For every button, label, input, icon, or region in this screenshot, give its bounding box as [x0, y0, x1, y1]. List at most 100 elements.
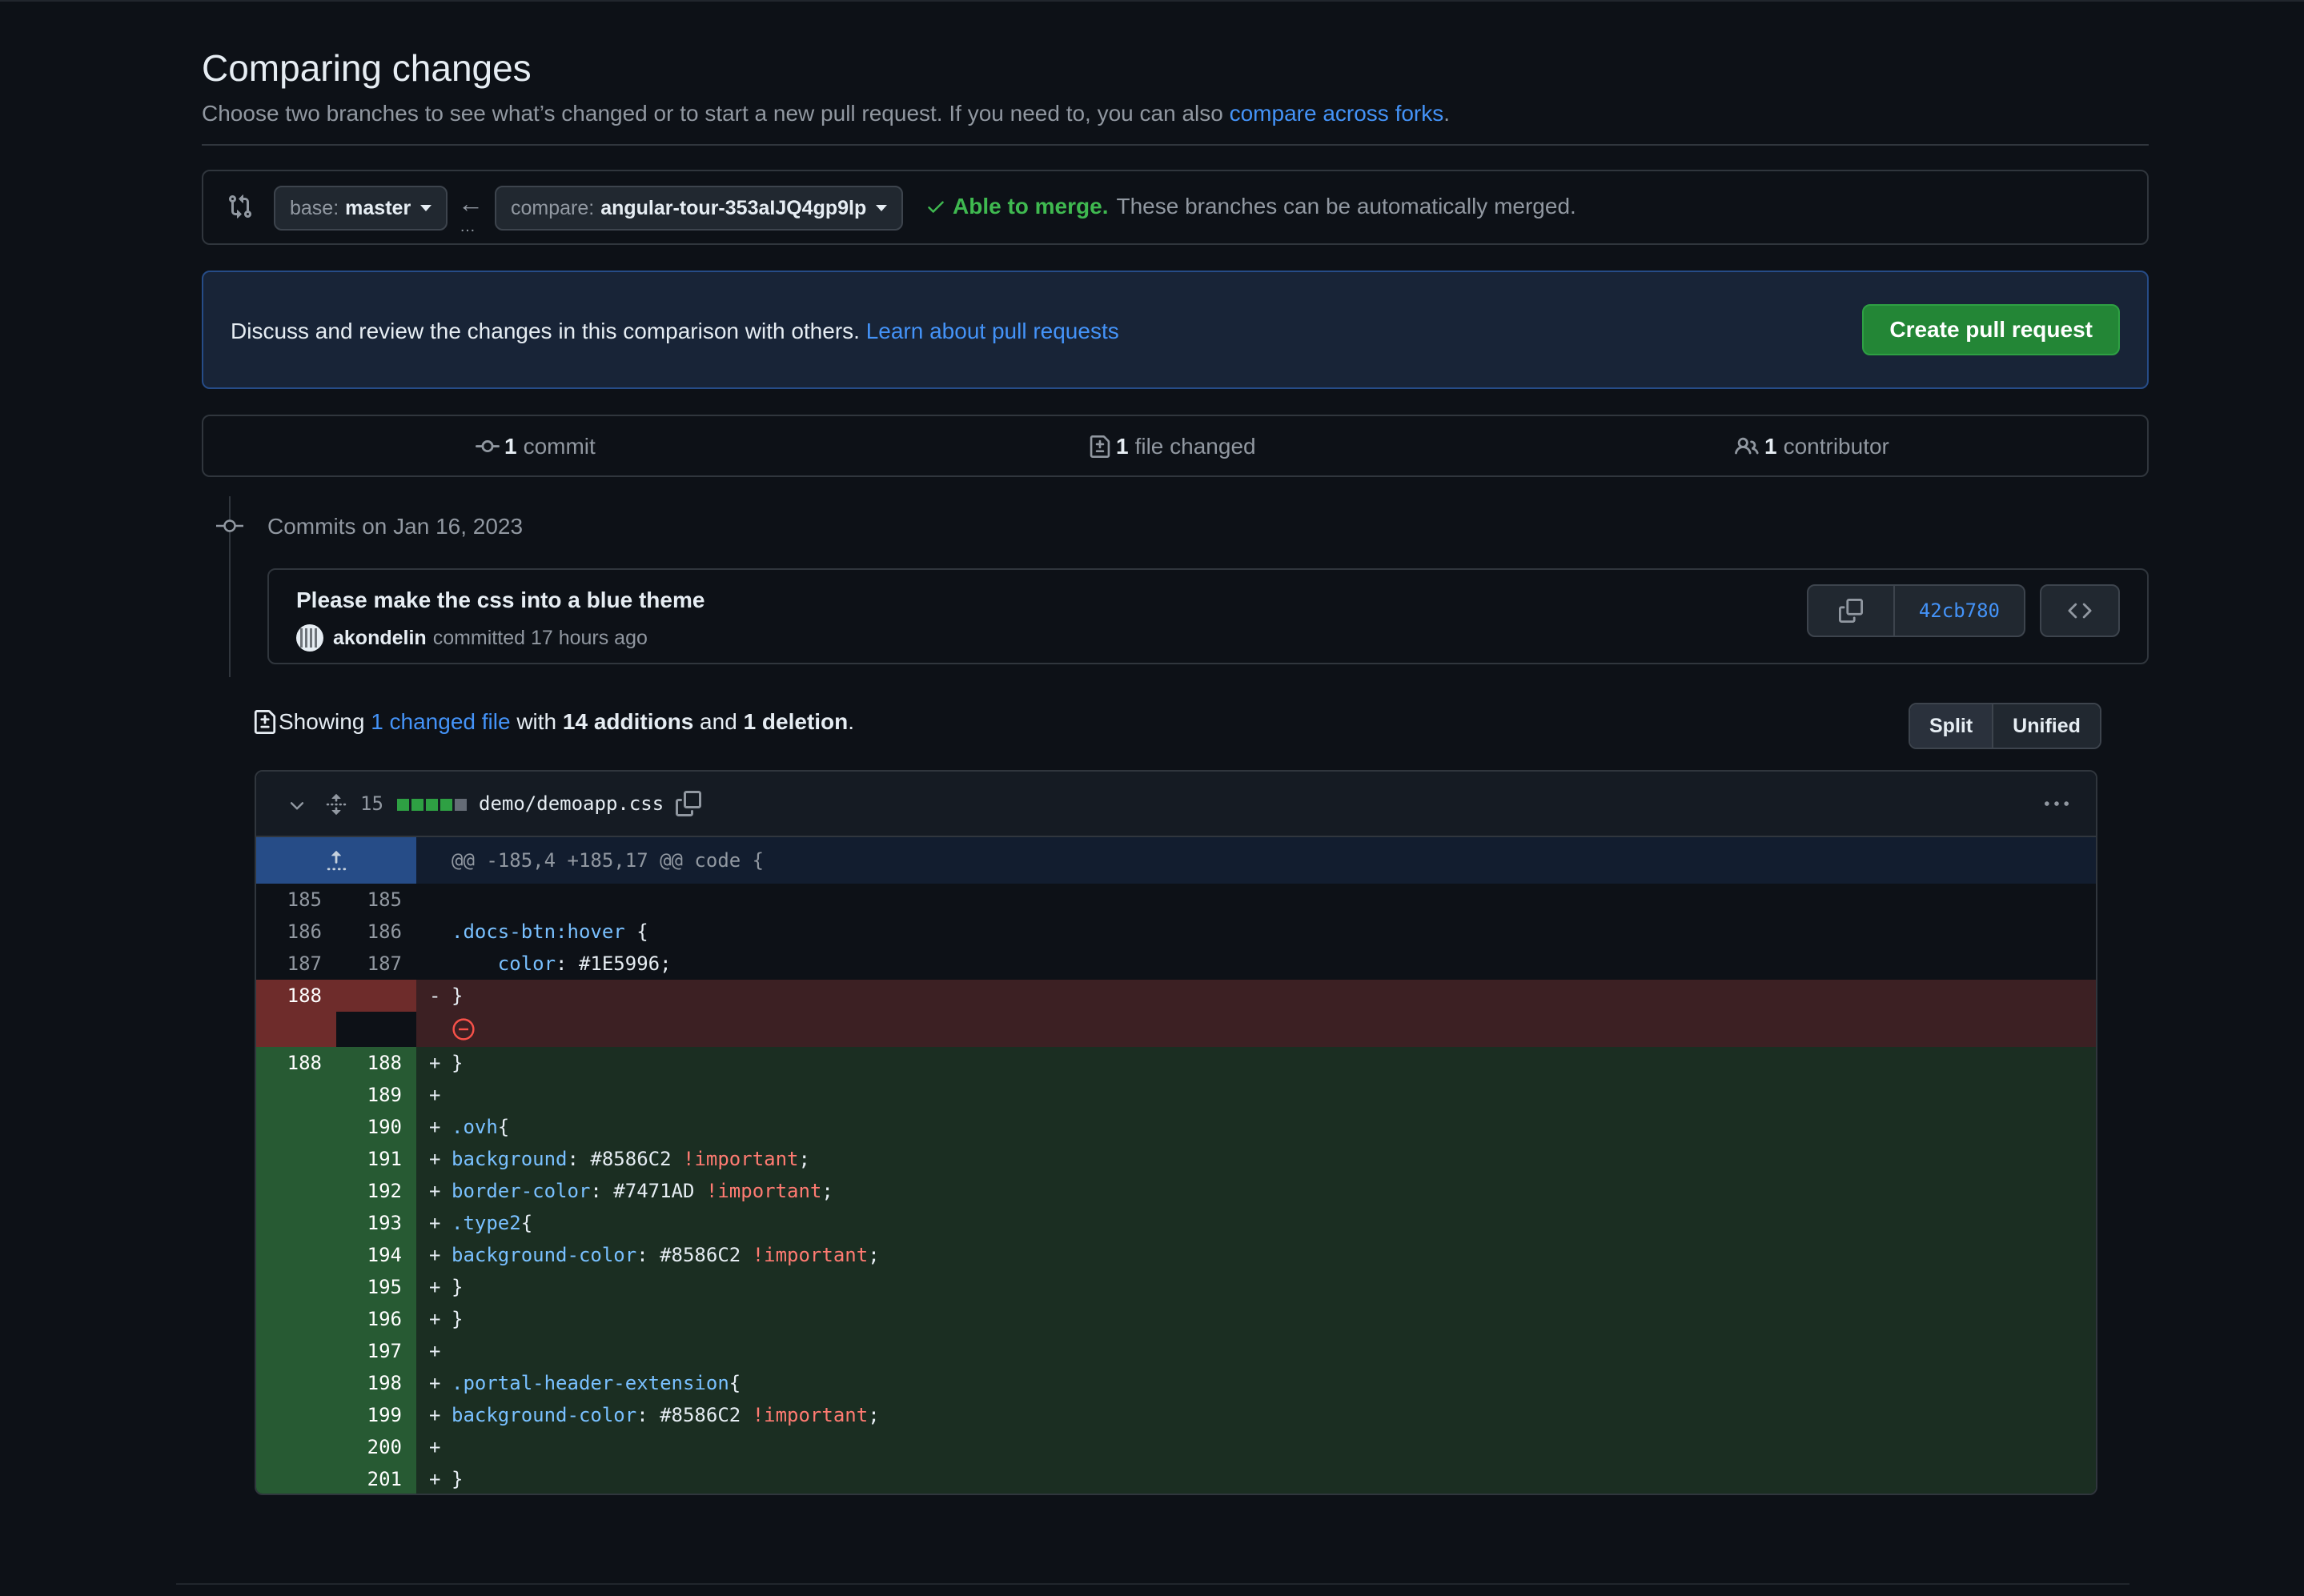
code-icon: [2068, 603, 2092, 619]
changed-files-link[interactable]: 1 changed file: [371, 709, 510, 735]
commits-date-heading: Commits on Jan 16, 2023: [267, 514, 524, 539]
old-line-number[interactable]: [256, 1271, 336, 1303]
new-line-number[interactable]: 185: [336, 884, 416, 916]
avatar[interactable]: [296, 624, 323, 652]
diff-sign: +: [429, 1116, 441, 1138]
arrow-left-icon: ←: [458, 189, 484, 218]
diff-sign: +: [429, 1084, 441, 1106]
new-line-number[interactable]: 201: [336, 1463, 416, 1494]
old-line-number[interactable]: [256, 1143, 336, 1175]
browse-code-button[interactable]: [2040, 584, 2120, 637]
diff-addition-row: 189 +: [256, 1079, 2096, 1111]
diff-addition-row: 194 + background-color: #8586C2 !important…: [256, 1239, 2096, 1271]
file-diff: 15 demo/demoapp.css @@ -185,4 +185,17 @@…: [255, 770, 2097, 1495]
old-line-number[interactable]: [256, 1303, 336, 1335]
old-line-number[interactable]: 188: [256, 980, 336, 1012]
diff-code-line: +: [416, 1079, 2096, 1111]
diff-addition-row: 195 +}: [256, 1271, 2096, 1303]
diff-code-text: border-color: #7471AD !important;: [452, 1180, 833, 1202]
merge-ok-label: Able to merge.: [953, 194, 1109, 219]
new-line-number[interactable]: 196: [336, 1303, 416, 1335]
old-line-number[interactable]: [256, 1079, 336, 1111]
diff-code-line: + background-color: #8586C2 !important;: [416, 1239, 2096, 1271]
commit-item: Please make the css into a blue theme ak…: [267, 568, 2149, 664]
old-line-number[interactable]: [256, 1463, 336, 1494]
old-line-number[interactable]: [256, 1239, 336, 1271]
old-line-number[interactable]: [256, 1207, 336, 1239]
new-line-number[interactable]: 199: [336, 1399, 416, 1431]
new-line-number[interactable]: 188: [336, 1047, 416, 1079]
new-line-number[interactable]: 200: [336, 1431, 416, 1463]
commit-title-link[interactable]: Please make the css into a blue theme: [296, 587, 704, 613]
compare-branch-button[interactable]: compare: angular-tour-353aIJQ4gp9lp: [495, 186, 904, 231]
commit-author-link[interactable]: akondelin: [333, 627, 427, 650]
new-line-number[interactable]: 197: [336, 1335, 416, 1367]
deletion-marker-row: [256, 1012, 2096, 1047]
new-line-number[interactable]: 198: [336, 1367, 416, 1399]
old-line-number[interactable]: 185: [256, 884, 336, 916]
new-line-number[interactable]: 194: [336, 1239, 416, 1271]
gutter: [256, 1012, 336, 1047]
old-line-number[interactable]: [256, 1399, 336, 1431]
expand-up-icon[interactable]: [256, 837, 416, 884]
old-line-number[interactable]: 188: [256, 1047, 336, 1079]
diffstat-add-block: [397, 799, 409, 811]
expand-all-icon[interactable]: [325, 791, 347, 818]
old-line-number[interactable]: 186: [256, 916, 336, 948]
diff-sign: +: [429, 1404, 441, 1426]
diff-code-text: background-color: #8586C2 !important;: [452, 1404, 880, 1426]
new-line-number[interactable]: 189: [336, 1079, 416, 1111]
new-line-number[interactable]: [336, 980, 416, 1012]
comparison-summary: 1 commit 1 file changed 1 contributor: [202, 415, 2149, 477]
commit-sha-link[interactable]: 42cb780: [1894, 584, 2025, 637]
commits-tab[interactable]: 1 commit: [476, 434, 596, 459]
new-line-number[interactable]: 192: [336, 1175, 416, 1207]
subtitle-end: .: [1443, 101, 1451, 126]
banner-message: Discuss and review the changes in this c…: [231, 319, 866, 343]
old-line-number[interactable]: [256, 1175, 336, 1207]
new-line-number[interactable]: 195: [336, 1271, 416, 1303]
diff-addition-row: 191 + background: #8586C2 !important;: [256, 1143, 2096, 1175]
diff-code-line: +}: [416, 1047, 2096, 1079]
new-line-number[interactable]: 187: [336, 948, 416, 980]
create-pull-request-button[interactable]: Create pull request: [1862, 304, 2120, 355]
diff-code-line: -}: [416, 980, 2096, 1012]
old-line-number[interactable]: [256, 1111, 336, 1143]
old-line-number[interactable]: [256, 1335, 336, 1367]
split-view-button[interactable]: Split: [1910, 704, 1994, 748]
compare-across-forks-link[interactable]: compare across forks: [1230, 101, 1444, 126]
learn-about-pull-requests-link[interactable]: Learn about pull requests: [866, 319, 1119, 343]
new-line-number[interactable]: 186: [336, 916, 416, 948]
new-line-number[interactable]: 193: [336, 1207, 416, 1239]
diffstat-add-block: [426, 799, 438, 811]
gutter: [336, 1012, 416, 1047]
files-changed-tab[interactable]: 1 file changed: [1089, 434, 1256, 459]
diff-code-text: .ovh{: [452, 1116, 510, 1138]
base-branch-button[interactable]: base: master: [274, 186, 448, 231]
diff-code-line: +: [416, 1335, 2096, 1367]
copy-icon[interactable]: [676, 791, 701, 816]
caret-down-icon: [876, 205, 888, 211]
unified-view-button[interactable]: Unified: [1993, 704, 2100, 748]
old-line-number[interactable]: 187: [256, 948, 336, 980]
diff-code-text: background-color: #8586C2 !important;: [452, 1244, 880, 1266]
diff-sign: +: [429, 1308, 441, 1330]
diff-code-text: color: #1E5996;: [497, 952, 672, 975]
copy-sha-button[interactable]: [1806, 584, 1895, 637]
contributors-tab[interactable]: 1 contributor: [1734, 434, 1889, 459]
diff-addition-row: 198 + .portal-header-extension{: [256, 1367, 2096, 1399]
range-editor: base: master ← … compare: angular-tour-353…: [202, 170, 2149, 245]
kebab-horizontal-icon[interactable]: [2041, 792, 2072, 816]
diff-code-text: .docs-btn:hover {: [452, 920, 648, 943]
diff-sign: +: [429, 1436, 441, 1458]
diff-code-text: }: [452, 1308, 464, 1330]
diff-code-text: }: [452, 1468, 464, 1490]
showing-and: and: [693, 709, 744, 734]
old-line-number[interactable]: [256, 1367, 336, 1399]
diff-addition-row: 201 +}: [256, 1463, 2096, 1494]
chevron-down-icon[interactable]: [287, 796, 307, 816]
new-line-number[interactable]: 191: [336, 1143, 416, 1175]
new-line-number[interactable]: 190: [336, 1111, 416, 1143]
old-line-number[interactable]: [256, 1431, 336, 1463]
file-path-link[interactable]: demo/demoapp.css: [479, 792, 664, 815]
